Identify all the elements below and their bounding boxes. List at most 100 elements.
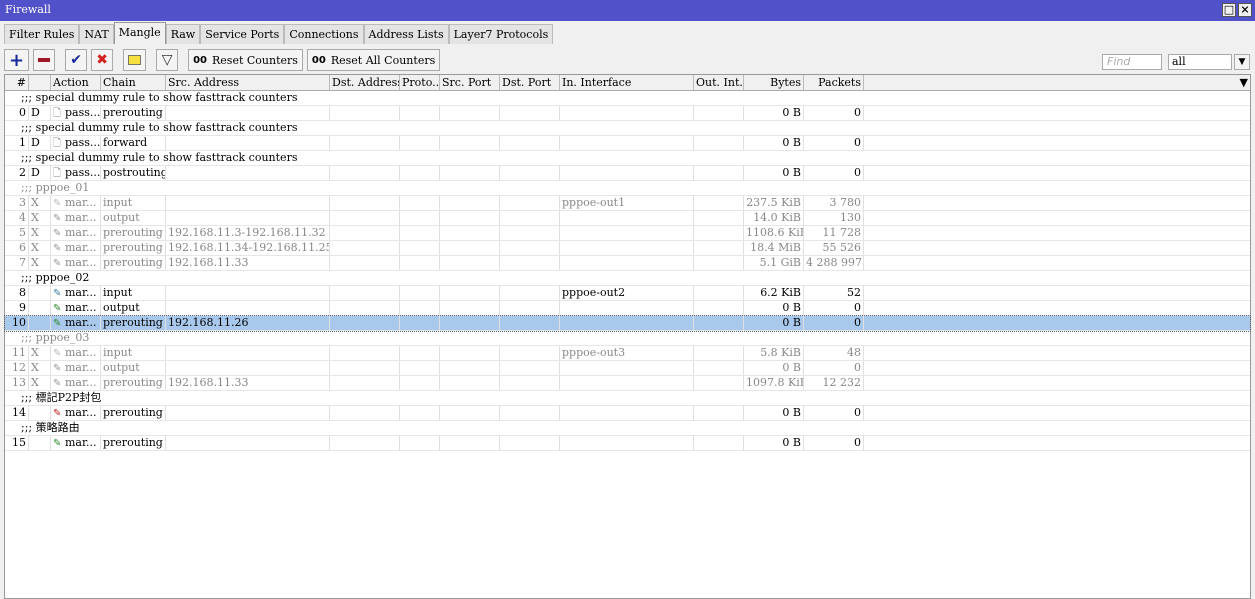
table-row[interactable]: 3 X ✎ mar... input pppoe-out1 237.5 KiB 3 780 [5,196,1250,211]
table-row[interactable]: 6 X ✎ mar... prerouting 192.168.11.34-192.168… [5,241,1250,256]
reset-counters-button[interactable]: 00 Reset Counters [188,49,303,71]
table-row[interactable]: 10 ✎ mar... prerouting 192.168.11.26 0 B0 [4,315,1251,332]
rule-flag: X [29,211,51,225]
comment-row[interactable]: ;;; pppoe_01 [5,181,1250,196]
filter-select[interactable]: all [1168,54,1232,70]
table-row[interactable]: 12 X ✎ mar... output 0 B0 [5,361,1250,376]
column-header[interactable]: Out. Int... [694,75,744,90]
comment-button[interactable] [123,49,147,71]
rule-chain: prerouting [101,256,166,270]
action-label: mar... [65,211,97,224]
action-label: mar... [65,316,97,329]
rule-number: 4 [5,211,29,225]
table-row[interactable]: 4 X ✎ mar... output 14.0 KiB 130 [5,211,1250,226]
rule-chain: postrouting [103,166,166,180]
table-row[interactable]: 15 ✎ mar... prerouting 0 B0 [5,436,1250,451]
table-row[interactable]: 11 X ✎ mar... input pppoe-out3 5.8 KiB 48 [5,346,1250,361]
column-header[interactable]: In. Interface [560,75,694,90]
table-row[interactable]: 14 ✎ mar... prerouting 0 B0 [5,406,1250,421]
protocol [400,226,440,240]
dst-port [500,136,560,150]
tab-connections[interactable]: Connections [284,24,364,44]
tab-address-lists[interactable]: Address Lists [363,24,449,44]
check-icon: ✔ [70,52,82,68]
table-row[interactable]: 7 X ✎ mar... prerouting 192.168.11.33 5.1 GiB 4… [5,256,1250,271]
comment-row[interactable]: ;;; pppoe_02 [5,271,1250,286]
tab-mangle[interactable]: Mangle [113,22,166,44]
column-header[interactable]: Dst. Port [500,75,560,90]
src-port [440,226,500,240]
disable-button[interactable]: ✖ [91,49,114,71]
comment-row[interactable]: ;;; special dummy rule to show fasttrack… [5,151,1250,166]
table-row[interactable]: 13 X ✎ mar... prerouting 192.168.11.33 1097.8 … [5,376,1250,391]
packets: 11 728 [804,226,864,240]
dst-address [330,136,400,150]
table-row[interactable]: 2 D 🗋 pass... postrouting 0 B0 [5,166,1250,181]
packets: 52 [804,286,864,300]
counter-icon: 00 [311,54,326,66]
table-row[interactable]: 8 ✎ mar... input pppoe-out2 6.2 KiB 52 [5,286,1250,301]
column-header[interactable]: Bytes [744,75,804,90]
src-port [440,406,500,420]
remove-button[interactable] [33,49,56,71]
protocol [400,286,440,300]
table-row[interactable]: 9 ✎ mar... output 0 B0 [5,301,1250,316]
rule-chain: output [101,301,166,315]
column-header[interactable]: Proto... [400,75,440,90]
filler [864,286,1250,300]
src-address [166,196,330,210]
dst-address [330,226,400,240]
src-address [166,106,330,120]
add-button[interactable]: + [4,49,30,71]
rule-action: ✎ mar... [51,241,101,255]
tab-filter-rules[interactable]: Filter Rules [4,24,80,44]
rule-chain: prerouting [101,436,166,450]
table-row[interactable]: 0 D 🗋 pass... prerouting 0 B0 [5,106,1250,121]
bytes: 18.4 MiB [744,241,804,255]
comment-row[interactable]: ;;; 策略路由 [5,421,1250,436]
column-header[interactable]: Src. Address [166,75,330,90]
column-header[interactable]: Dst. Address [330,75,400,90]
bytes: 237.5 KiB [744,196,804,210]
column-header[interactable]: Action [51,75,101,90]
maximize-button[interactable]: □ [1222,3,1236,17]
tab-raw[interactable]: Raw [165,24,201,44]
column-header[interactable]: Packets [804,75,864,90]
column-header[interactable]: # [5,75,29,90]
window-titlebar: Firewall [0,0,1255,21]
out-interface [694,316,744,330]
protocol [400,211,440,225]
tab-nat[interactable]: NAT [79,24,114,44]
table-row[interactable]: 1 D 🗋 pass... forward 0 B0 [5,136,1250,151]
comment-row[interactable]: ;;; special dummy rule to show fasttrack… [5,121,1250,136]
rule-number: 11 [5,346,29,360]
filter-button[interactable]: ▽ [156,49,179,71]
enable-button[interactable]: ✔ [65,49,88,71]
comment-row[interactable]: ;;; 標記P2P封包 [5,391,1250,406]
filler [864,136,1250,150]
column-header[interactable] [29,75,51,90]
in-interface [560,256,694,270]
src-port [440,376,500,390]
close-button[interactable]: × [1238,3,1252,17]
rule-number: 7 [5,256,29,270]
filter-dropdown-button[interactable]: ▼ [1234,54,1250,70]
rule-action: ✎ mar... [51,346,101,360]
tab-service-ports[interactable]: Service Ports [200,24,285,44]
find-input[interactable]: Find [1102,54,1162,70]
reset-all-counters-button[interactable]: 00 Reset All Counters [306,49,441,71]
protocol [400,436,440,450]
comment-row[interactable]: ;;; pppoe_03 [5,331,1250,346]
rule-flag: X [29,376,51,390]
column-header[interactable]: Chain [101,75,166,90]
tab-layer7-protocols[interactable]: Layer7 Protocols [448,24,554,44]
column-header[interactable]: Src. Port [440,75,500,90]
comment-row[interactable]: ;;; special dummy rule to show fasttrack… [5,91,1250,106]
columns-menu-button[interactable]: ▼ [864,75,1250,90]
rule-number: 5 [5,226,29,240]
bytes: 0 B [744,136,804,150]
filler [864,256,1250,270]
table-row[interactable]: 5 X ✎ mar... prerouting 192.168.11.3-192.168.… [5,226,1250,241]
rule-comment: ;;; pppoe_01 [21,181,90,194]
dst-port [500,376,560,390]
